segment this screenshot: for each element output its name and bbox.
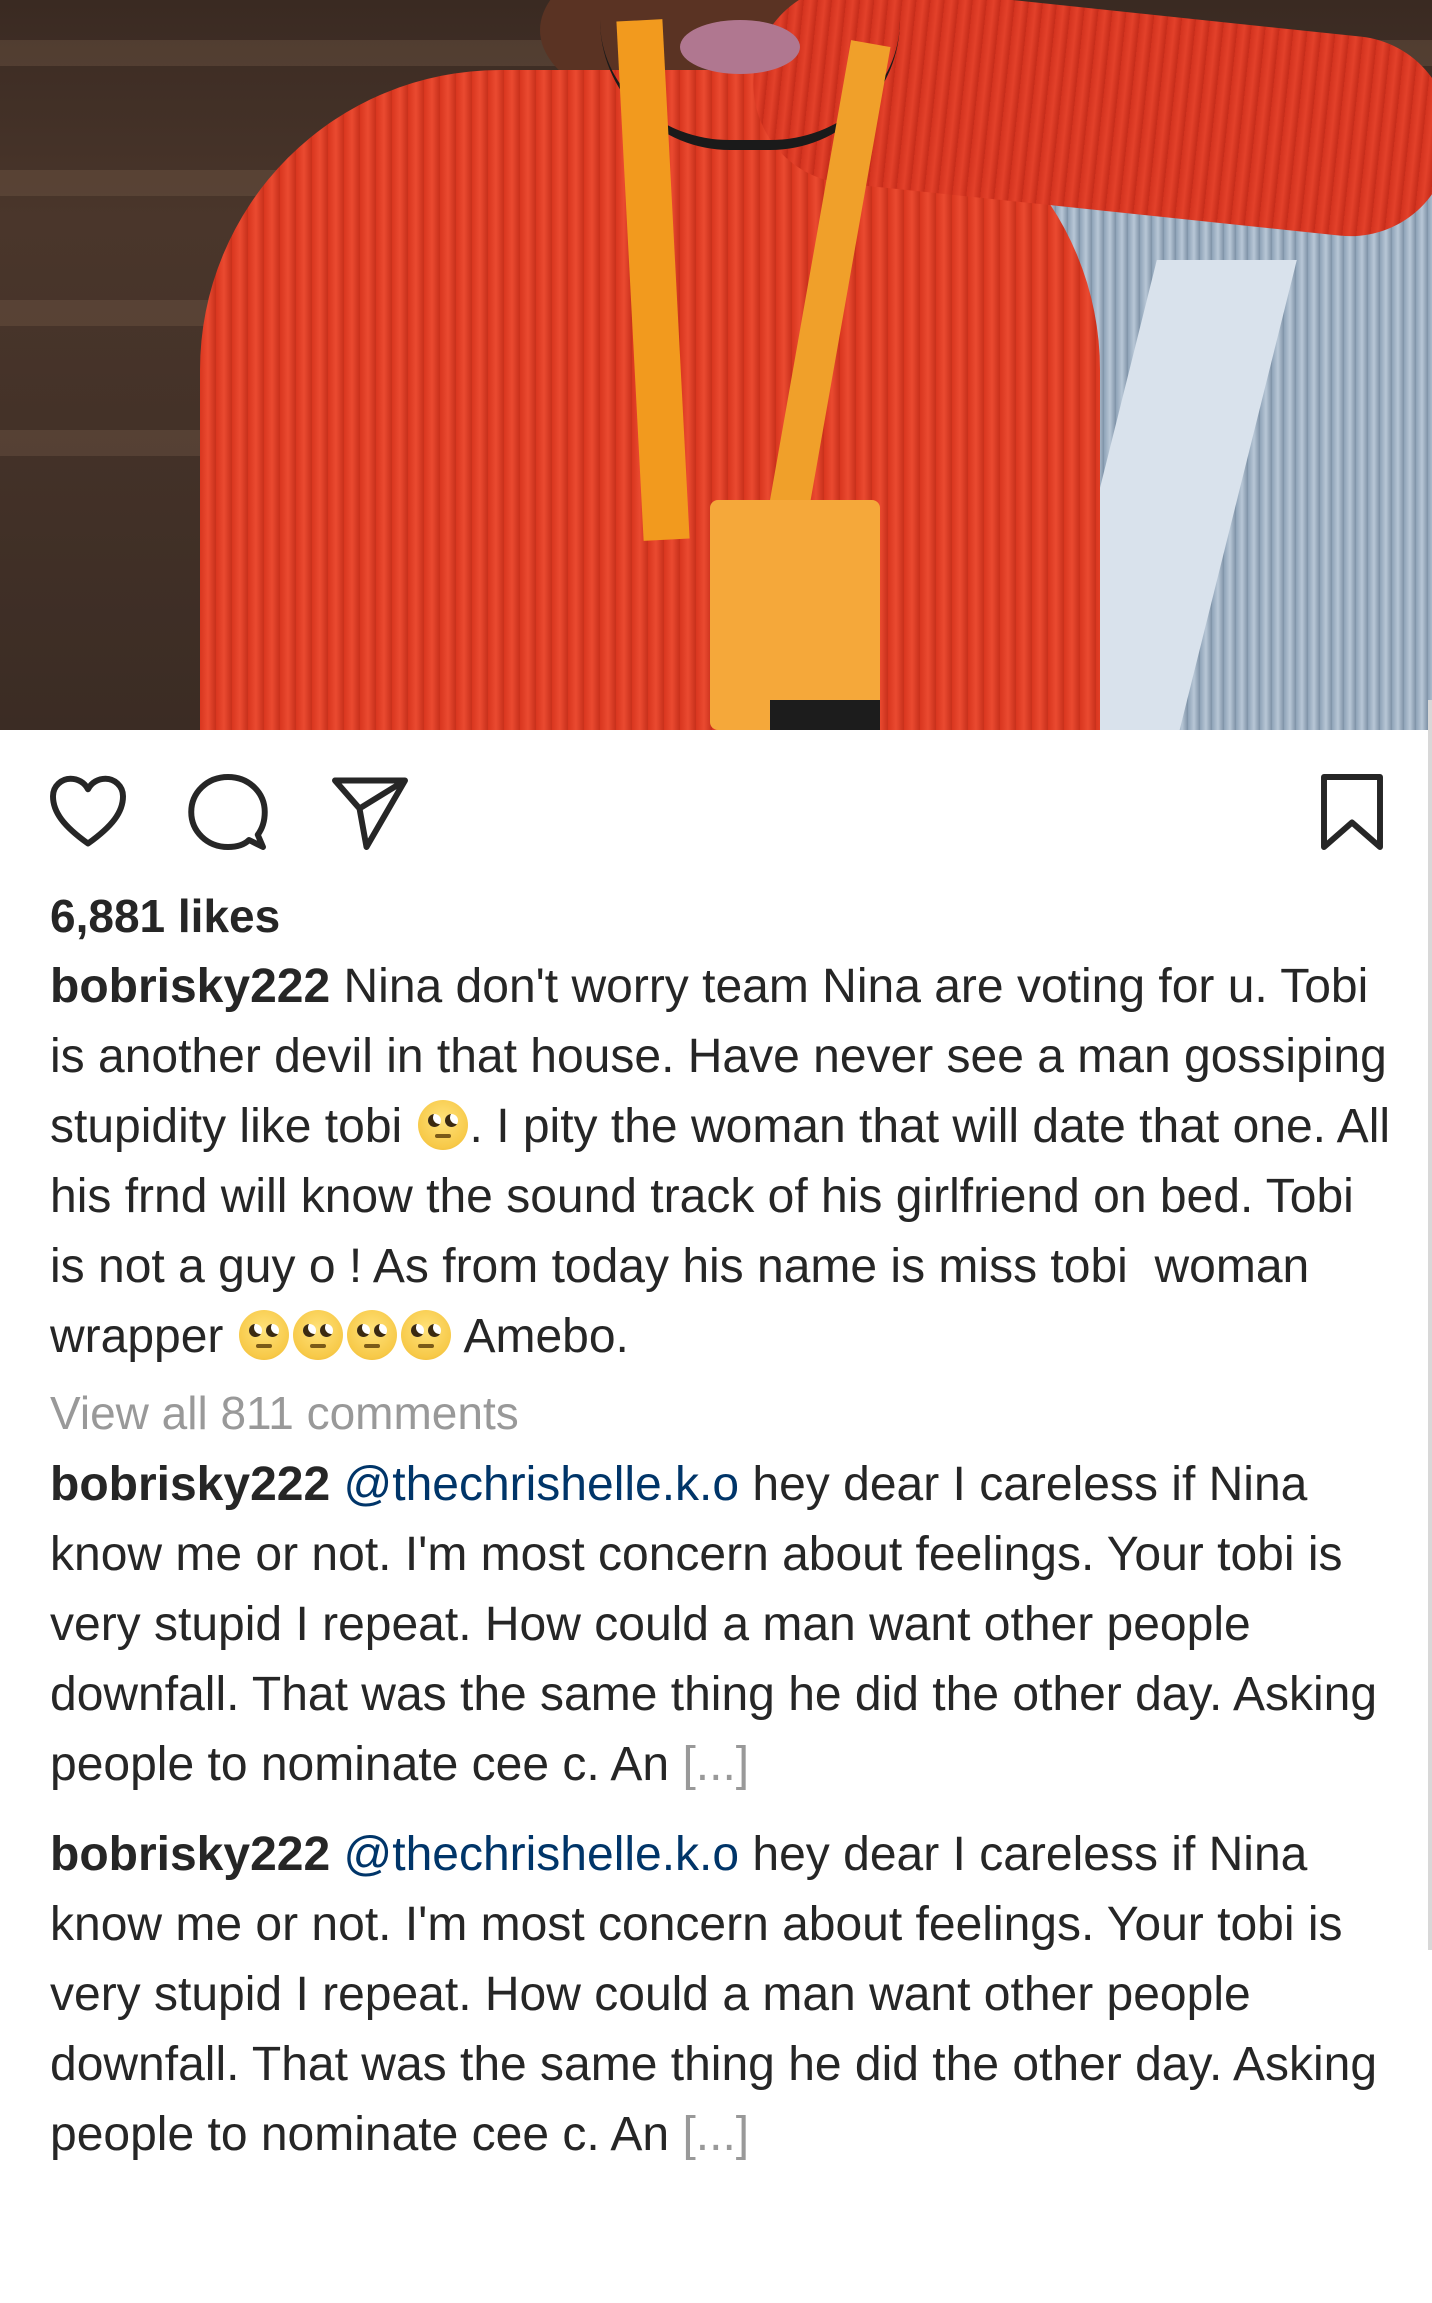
caption-username[interactable]: bobrisky222 bbox=[50, 960, 330, 1013]
microphone-pack bbox=[770, 700, 880, 730]
comment-more-link[interactable]: [...] bbox=[682, 1738, 749, 1791]
comment-bubble-icon[interactable] bbox=[186, 770, 270, 854]
post-photo[interactable] bbox=[0, 0, 1432, 730]
rolling-eyes-emoji-icon bbox=[238, 1310, 289, 1360]
person-lips bbox=[680, 20, 800, 74]
paper-plane-icon[interactable] bbox=[328, 770, 412, 854]
post-caption: bobrisky222 Nina don't worry team Nina a… bbox=[50, 952, 1400, 1372]
view-all-comments-link[interactable]: View all 811 comments bbox=[50, 1378, 1400, 1448]
comment-mention[interactable]: @thechrishelle.k.o bbox=[344, 1828, 740, 1881]
heart-icon[interactable] bbox=[46, 770, 130, 854]
scrollbar[interactable] bbox=[1428, 700, 1432, 1950]
comment-more-link[interactable]: [...] bbox=[682, 2108, 749, 2161]
likes-count[interactable]: 6,881 likes bbox=[50, 880, 1400, 952]
post-action-bar bbox=[0, 740, 1432, 880]
comment-username[interactable]: bobrisky222 bbox=[50, 1458, 330, 1511]
rolling-eyes-emoji-icon bbox=[292, 1310, 343, 1360]
comment-item: bobrisky222 @thechrishelle.k.o hey dear … bbox=[50, 1450, 1400, 1800]
rolling-eyes-emoji-icon bbox=[400, 1310, 451, 1360]
rolling-eyes-emoji-icon bbox=[346, 1310, 397, 1360]
comment-item: bobrisky222 @thechrishelle.k.o hey dear … bbox=[50, 1820, 1400, 2170]
lanyard-pouch bbox=[710, 500, 880, 730]
comment-username[interactable]: bobrisky222 bbox=[50, 1828, 330, 1881]
caption-text: Amebo. bbox=[452, 1310, 629, 1363]
bookmark-icon[interactable] bbox=[1310, 770, 1394, 854]
post-body: 6,881 likes bobrisky222 Nina don't worry… bbox=[50, 880, 1400, 2190]
rolling-eyes-emoji-icon bbox=[417, 1100, 468, 1150]
comment-mention[interactable]: @thechrishelle.k.o bbox=[344, 1458, 740, 1511]
